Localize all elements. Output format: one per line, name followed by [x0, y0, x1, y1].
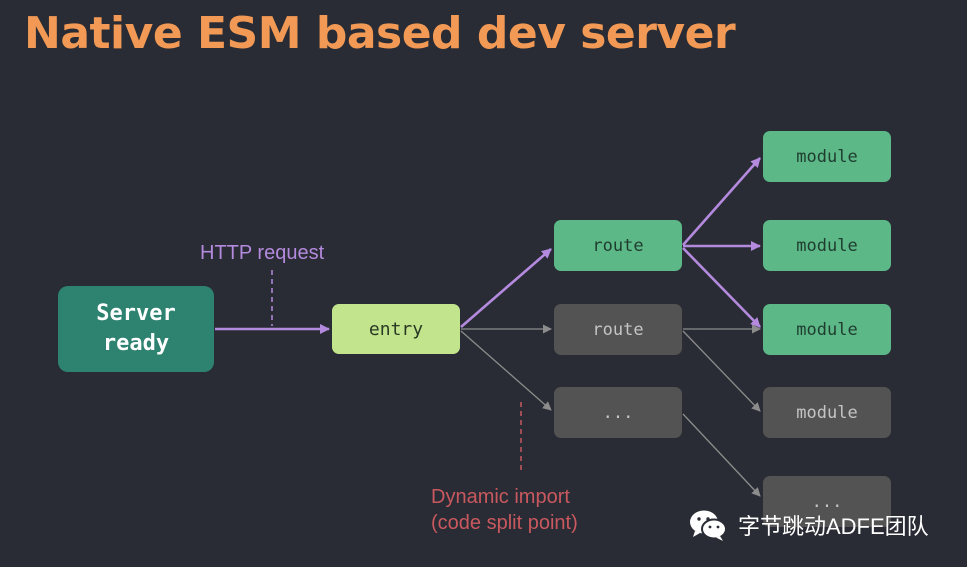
server-ready-node: Server ready: [58, 286, 214, 372]
module-4-label: module: [796, 402, 858, 423]
dynamic-import-label: Dynamic import (code split point): [431, 486, 578, 534]
module-node-1: module: [763, 131, 891, 182]
module-node-3: module: [763, 304, 891, 355]
edge-entry-placeholder: [460, 330, 552, 411]
route-node-active: route: [554, 220, 682, 271]
route-inactive-label: route: [592, 319, 644, 340]
watermark: 字节跳动ADFE团队: [688, 508, 929, 542]
placeholder-mid-label: ...: [602, 402, 634, 423]
module-3-label: module: [796, 319, 858, 340]
edge-route-module4: [682, 330, 761, 412]
wechat-icon: [690, 510, 727, 541]
entry-node: entry: [332, 304, 460, 354]
module-2-label: module: [796, 235, 858, 256]
edge-route-module1: [682, 157, 761, 246]
edge-route-module3: [682, 247, 761, 328]
placeholder-node-mid: ...: [554, 387, 682, 438]
module-node-2: module: [763, 220, 891, 271]
edge-entry-route-active: [460, 248, 552, 328]
http-request-label: HTTP request: [200, 242, 325, 264]
server-ready-label: Server ready: [96, 301, 176, 356]
edge-placeholder-bottom: [682, 413, 761, 497]
module-1-label: module: [796, 146, 858, 167]
route-node-inactive: route: [554, 304, 682, 355]
entry-label: entry: [368, 318, 424, 340]
route-active-label: route: [592, 235, 644, 256]
watermark-text: 字节跳动ADFE团队: [738, 514, 929, 539]
module-node-4: module: [763, 387, 891, 438]
